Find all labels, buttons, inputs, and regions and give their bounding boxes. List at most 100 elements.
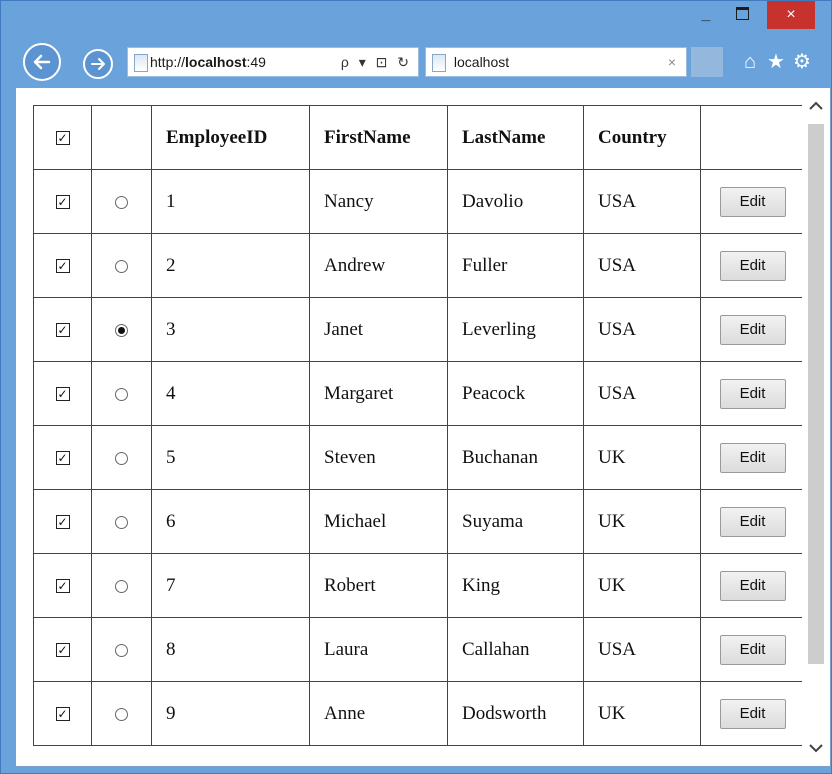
row-radio-cell [91, 553, 152, 618]
cell-employee-id: 4 [151, 361, 310, 426]
minimize-button[interactable]: _ [691, 1, 721, 29]
row-radio-button[interactable] [115, 707, 128, 721]
cell-actions: Edit [700, 617, 805, 682]
cell-employee-id: 8 [151, 617, 310, 682]
tab-page-icon [432, 54, 446, 73]
table-row: ✓ 3 Janet Leverling USA Edit [33, 297, 805, 362]
cell-actions: Edit [700, 169, 805, 234]
row-checkbox[interactable]: ✓ [55, 195, 70, 210]
row-checkbox[interactable]: ✓ [55, 707, 70, 722]
page-icon [134, 54, 148, 73]
toolbar-icons: ⌂ ★ ⚙ [737, 49, 832, 75]
forward-button[interactable] [83, 49, 113, 79]
header-first-name: FirstName [309, 105, 448, 170]
row-checkbox[interactable]: ✓ [55, 259, 70, 274]
row-checkbox[interactable]: ✓ [55, 515, 70, 530]
edit-button[interactable]: Edit [719, 250, 786, 281]
scroll-down-icon[interactable] [802, 730, 830, 766]
tab-close-icon[interactable]: × [668, 48, 676, 76]
cell-country: USA [583, 233, 701, 298]
cell-first-name: Robert [309, 553, 448, 618]
row-radio-button[interactable] [115, 387, 128, 401]
back-arrow-icon [33, 54, 51, 70]
url-port: :49 [246, 54, 266, 70]
row-radio-cell [91, 233, 152, 298]
tab-title: localhost [453, 54, 510, 70]
cell-last-name: Leverling [447, 297, 584, 362]
cell-country: USA [583, 617, 701, 682]
row-radio-button[interactable] [115, 579, 128, 593]
back-button[interactable] [23, 43, 61, 81]
browser-tab[interactable]: localhost × [425, 47, 687, 77]
cell-actions: Edit [700, 425, 805, 490]
row-radio-cell [91, 489, 152, 554]
page-content: ✓ EmployeeID FirstName LastName Country … [15, 87, 831, 767]
row-checkbox-cell: ✓ [33, 233, 92, 298]
row-radio-button[interactable] [115, 643, 128, 657]
row-radio-button[interactable] [115, 195, 128, 209]
cell-first-name: Margaret [309, 361, 448, 426]
edit-button[interactable]: Edit [719, 698, 786, 729]
row-checkbox[interactable]: ✓ [55, 323, 70, 338]
table-row: ✓ 7 Robert King UK Edit [33, 553, 805, 618]
cell-country: UK [583, 489, 701, 554]
vertical-scrollbar[interactable] [802, 88, 830, 766]
edit-button[interactable]: Edit [719, 570, 786, 601]
table-row: ✓ 9 Anne Dodsworth UK Edit [33, 681, 805, 746]
maximize-icon [735, 6, 749, 20]
edit-button[interactable]: Edit [719, 442, 786, 473]
employee-grid: ✓ EmployeeID FirstName LastName Country … [33, 105, 805, 746]
table-row: ✓ 8 Laura Callahan USA Edit [33, 617, 805, 682]
row-radio-button[interactable] [115, 451, 128, 465]
row-checkbox-cell: ✓ [33, 297, 92, 362]
select-all-checkbox[interactable]: ✓ [55, 131, 70, 146]
home-icon[interactable]: ⌂ [737, 49, 763, 75]
cell-actions: Edit [700, 361, 805, 426]
select-all-cell: ✓ [33, 105, 92, 170]
row-checkbox[interactable]: ✓ [55, 387, 70, 402]
close-button[interactable]: × [767, 1, 815, 29]
table-row: ✓ 2 Andrew Fuller USA Edit [33, 233, 805, 298]
address-tools[interactable]: ρ ▾ ⊡ ↻ [337, 48, 412, 76]
table-row: ✓ 5 Steven Buchanan UK Edit [33, 425, 805, 490]
edit-button[interactable]: Edit [719, 634, 786, 665]
cell-first-name: Michael [309, 489, 448, 554]
maximize-button[interactable] [727, 1, 757, 29]
cell-country: USA [583, 361, 701, 426]
address-bar[interactable]: http://localhost:49 ρ ▾ ⊡ ↻ [127, 47, 419, 77]
row-checkbox[interactable]: ✓ [55, 451, 70, 466]
row-checkbox[interactable]: ✓ [55, 579, 70, 594]
cell-first-name: Laura [309, 617, 448, 682]
table-row: ✓ 6 Michael Suyama UK Edit [33, 489, 805, 554]
cell-employee-id: 3 [151, 297, 310, 362]
row-radio-button[interactable] [115, 323, 128, 337]
cell-first-name: Anne [309, 681, 448, 746]
edit-button[interactable]: Edit [719, 186, 786, 217]
edit-button[interactable]: Edit [719, 506, 786, 537]
row-checkbox-cell: ✓ [33, 169, 92, 234]
cell-employee-id: 5 [151, 425, 310, 490]
new-tab-button[interactable] [691, 47, 723, 77]
cell-employee-id: 1 [151, 169, 310, 234]
row-checkbox-cell: ✓ [33, 617, 92, 682]
scrollbar-thumb[interactable] [808, 124, 824, 664]
grid-body: ✓ 1 Nancy Davolio USA Edit ✓ 2 Andrew Fuller USA Ed… [33, 169, 805, 746]
edit-button[interactable]: Edit [719, 378, 786, 409]
row-radio-button[interactable] [115, 259, 128, 273]
cell-country: UK [583, 681, 701, 746]
row-checkbox[interactable]: ✓ [55, 643, 70, 658]
cell-last-name: Peacock [447, 361, 584, 426]
edit-button[interactable]: Edit [719, 314, 786, 345]
cell-last-name: Suyama [447, 489, 584, 554]
row-radio-cell [91, 681, 152, 746]
settings-gear-icon[interactable]: ⚙ [789, 49, 815, 75]
forward-arrow-icon [91, 58, 105, 70]
scroll-up-icon[interactable] [802, 88, 830, 124]
favorites-star-icon[interactable]: ★ [763, 49, 789, 75]
row-checkbox-cell: ✓ [33, 361, 92, 426]
row-radio-button[interactable] [115, 515, 128, 529]
cell-last-name: Dodsworth [447, 681, 584, 746]
row-radio-cell [91, 425, 152, 490]
row-checkbox-cell: ✓ [33, 425, 92, 490]
cell-employee-id: 7 [151, 553, 310, 618]
